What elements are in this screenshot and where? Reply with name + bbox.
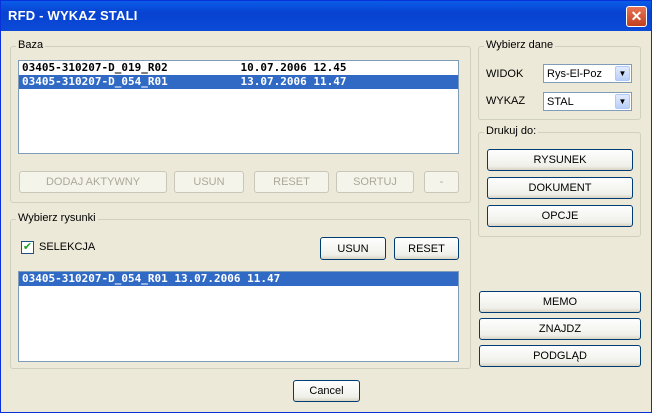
baza-reset-button[interactable]: RESET: [254, 171, 329, 193]
wykaz-label: WYKAZ: [486, 95, 526, 107]
selekcja-checkbox[interactable]: ✔: [21, 241, 34, 254]
podglad-button[interactable]: PODGLĄD: [479, 345, 641, 367]
opcje-button[interactable]: OPCJE: [487, 205, 633, 227]
drukuj-group-label: Drukuj do:: [484, 125, 539, 137]
rysunki-reset-button[interactable]: RESET: [394, 237, 459, 260]
dialog-window: RFD - WYKAZ STALI ✕ Baza 03405-310207-D_…: [0, 0, 652, 413]
dodaj-aktywny-button[interactable]: DODAJ AKTYWNY: [19, 171, 167, 193]
rysunki-group-label: Wybierz rysunki: [16, 212, 98, 224]
baza-row-selected[interactable]: 03405-310207-D_054_R01 13.07.2006 11.47: [19, 75, 458, 89]
wykaz-select[interactable]: STAL ▼: [543, 92, 632, 111]
rysunki-row-selected[interactable]: 03405-310207-D_054_R01 13.07.2006 11.47: [19, 272, 458, 286]
baza-group-label: Baza: [16, 39, 46, 51]
rysunek-button[interactable]: RYSUNEK: [487, 149, 633, 171]
baza-usun-button[interactable]: USUN: [174, 171, 244, 193]
widok-value: Rys-El-Poz: [547, 68, 603, 80]
dokument-button[interactable]: DOKUMENT: [487, 177, 633, 199]
chevron-down-icon[interactable]: ▼: [615, 94, 630, 109]
title-bar[interactable]: RFD - WYKAZ STALI ✕: [1, 1, 651, 31]
widok-select[interactable]: Rys-El-Poz ▼: [543, 64, 632, 83]
close-icon: ✕: [630, 8, 643, 24]
dane-group-label: Wybierz dane: [484, 39, 556, 51]
chevron-down-icon[interactable]: ▼: [615, 66, 630, 81]
rysunki-usun-button[interactable]: USUN: [320, 237, 386, 260]
sortuj-button[interactable]: SORTUJ: [336, 171, 414, 193]
memo-button[interactable]: MEMO: [479, 291, 641, 313]
baza-minus-button[interactable]: -: [424, 171, 459, 193]
check-icon: ✔: [22, 241, 33, 253]
selekcja-label[interactable]: SELEKCJA: [39, 241, 95, 253]
cancel-button[interactable]: Cancel: [293, 380, 360, 402]
window-title: RFD - WYKAZ STALI: [8, 8, 138, 23]
baza-row[interactable]: 03405-310207-D_019_R02 10.07.2006 12.45: [19, 61, 458, 75]
baza-list[interactable]: 03405-310207-D_019_R02 10.07.2006 12.45 …: [18, 60, 459, 154]
close-button[interactable]: ✕: [626, 6, 647, 27]
widok-label: WIDOK: [486, 68, 524, 80]
rysunki-list[interactable]: 03405-310207-D_054_R01 13.07.2006 11.47: [18, 271, 459, 362]
znajdz-button[interactable]: ZNAJDZ: [479, 318, 641, 340]
wykaz-value: STAL: [547, 96, 574, 108]
